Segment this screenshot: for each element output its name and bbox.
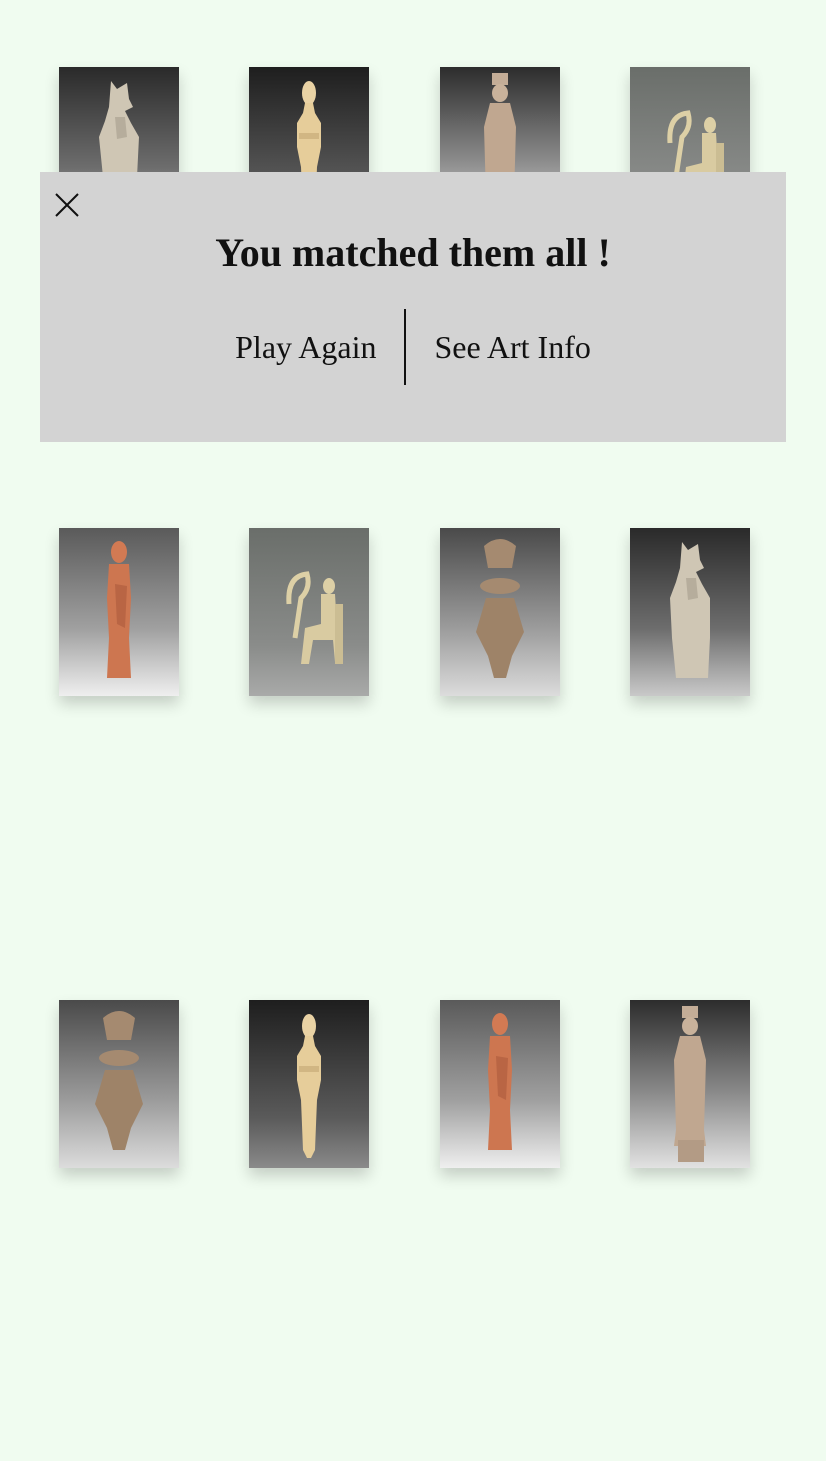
memory-game-board: You matched them all ! Play Again See Ar… (0, 0, 826, 1461)
card-cycladic-figure[interactable] (249, 1000, 369, 1168)
close-icon[interactable] (54, 192, 80, 218)
card-terracotta-standing-figure[interactable] (59, 528, 179, 696)
standing-woman-with-polos-image (630, 1000, 750, 1168)
terracotta-standing-figure-image (440, 1000, 560, 1168)
play-again-button[interactable]: Play Again (207, 309, 404, 385)
win-message: You matched them all ! (215, 230, 611, 275)
seated-harp-player-image (249, 528, 369, 696)
win-modal: You matched them all ! Play Again See Ar… (40, 172, 786, 442)
see-art-info-button[interactable]: See Art Info (406, 309, 618, 385)
card-standing-woman-with-polos[interactable] (630, 1000, 750, 1168)
card-goddess-with-headdress[interactable] (440, 528, 560, 696)
card-horse-head-figure[interactable] (630, 528, 750, 696)
card-goddess-with-headdress[interactable] (59, 1000, 179, 1168)
terracotta-standing-figure-image (59, 528, 179, 696)
modal-actions: Play Again See Art Info (40, 309, 786, 385)
goddess-with-headdress-image (440, 528, 560, 696)
goddess-with-headdress-image (59, 1000, 179, 1168)
horse-head-figure-image (630, 528, 750, 696)
cycladic-figure-image (249, 1000, 369, 1168)
card-terracotta-standing-figure[interactable] (440, 1000, 560, 1168)
card-seated-harp-player[interactable] (249, 528, 369, 696)
